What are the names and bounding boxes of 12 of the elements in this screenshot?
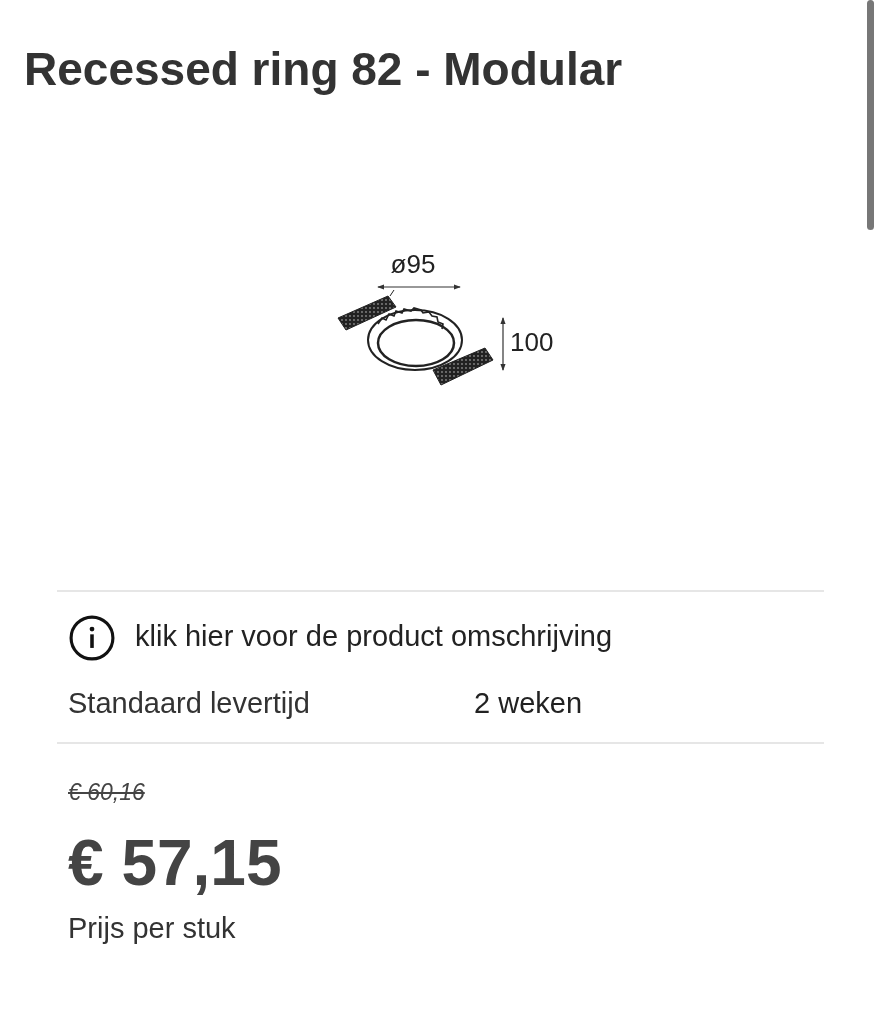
price-unit-label: Prijs per stuk (68, 912, 237, 945)
product-title: Recessed ring 82 - Modular (23, 42, 624, 97)
delivery-label: Standaard levertijd (68, 686, 311, 720)
old-price: € 60,16 (68, 778, 146, 806)
dimension-label: ø95 (390, 249, 436, 279)
description-link[interactable]: klik hier voor de product omschrijving (135, 619, 613, 653)
dimension-label: 100 (510, 327, 554, 357)
price: € 57,15 (68, 826, 283, 900)
info-icon[interactable] (69, 615, 115, 661)
dimension-arrow (500, 317, 506, 371)
delivery-value: 2 weken (474, 686, 582, 720)
scrollbar[interactable] (867, 0, 874, 230)
